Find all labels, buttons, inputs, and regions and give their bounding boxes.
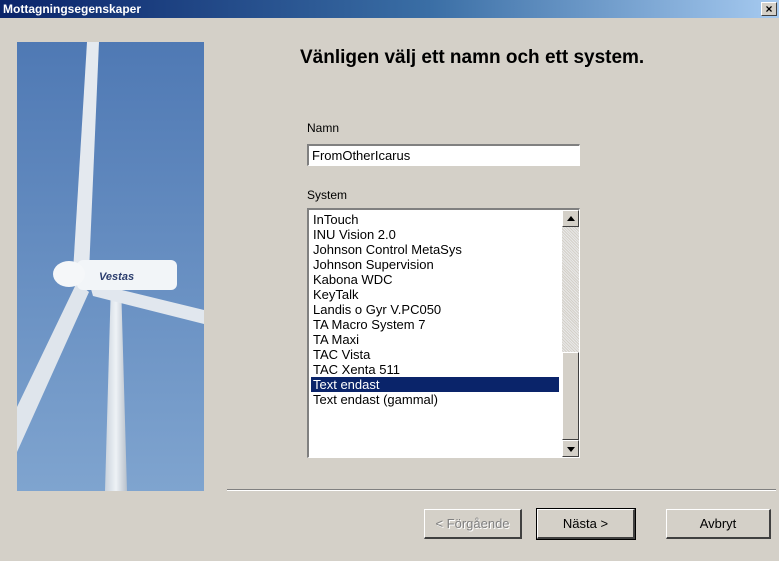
list-item[interactable]: TA Macro System 7 <box>311 317 559 332</box>
list-scrollbar[interactable] <box>562 210 579 457</box>
next-button[interactable]: Nästa > <box>536 508 636 540</box>
name-input[interactable]: FromOtherIcarus <box>307 144 580 166</box>
svg-text:Vestas: Vestas <box>99 271 134 283</box>
arrow-up-icon <box>567 216 575 221</box>
separator <box>227 489 776 491</box>
wind-turbine-illustration: Vestas <box>17 42 204 491</box>
window-title: Mottagningsegenskaper <box>3 2 142 16</box>
title-bar: Mottagningsegenskaper × <box>0 0 779 18</box>
list-item[interactable]: InTouch <box>311 212 559 227</box>
close-icon[interactable]: × <box>761 2 777 16</box>
system-list: InTouch INU Vision 2.0 Johnson Control Met… <box>311 212 559 407</box>
system-label: System <box>307 188 348 202</box>
page-heading: Vänligen välj ett namn och ett system. <box>300 47 645 68</box>
name-label: Namn <box>307 121 340 135</box>
list-item[interactable]: TA Maxi <box>311 332 559 347</box>
list-item[interactable]: Text endast <box>311 377 559 392</box>
arrow-down-icon <box>567 447 575 452</box>
list-item[interactable]: Johnson Supervision <box>311 257 559 272</box>
list-item[interactable]: Kabona WDC <box>311 272 559 287</box>
scroll-thumb[interactable] <box>562 352 579 440</box>
scroll-down-button[interactable] <box>562 440 579 457</box>
wind-turbine-image: Vestas <box>17 42 204 491</box>
list-item[interactable]: Text endast (gammal) <box>311 392 559 407</box>
list-item[interactable]: INU Vision 2.0 <box>311 227 559 242</box>
list-item[interactable]: TAC Xenta 511 <box>311 362 559 377</box>
list-item[interactable]: TAC Vista <box>311 347 559 362</box>
list-item[interactable]: KeyTalk <box>311 287 559 302</box>
scroll-up-button[interactable] <box>562 210 579 227</box>
list-item[interactable]: Johnson Control MetaSys <box>311 242 559 257</box>
list-item[interactable]: Landis o Gyr V.PC050 <box>311 302 559 317</box>
system-listbox[interactable]: InTouch INU Vision 2.0 Johnson Control Met… <box>307 208 580 458</box>
cancel-button[interactable]: Avbryt <box>666 509 771 539</box>
back-button[interactable]: < Förgående <box>424 509 522 539</box>
